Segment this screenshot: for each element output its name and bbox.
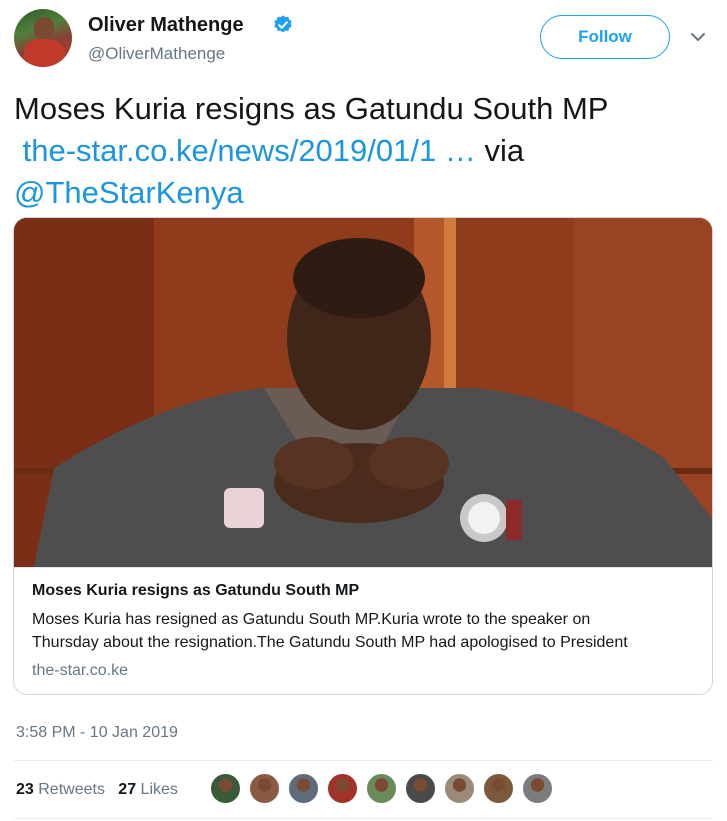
author-name[interactable]: Oliver Mathenge: [88, 14, 244, 37]
likes-count: 27: [118, 781, 137, 798]
engagement-stats: 23 Retweets 27 Likes: [16, 781, 178, 799]
liker-avatar-icon[interactable]: [327, 773, 358, 804]
card-text[interactable]: Moses Kuria resigns as Gatundu South MP …: [14, 567, 712, 694]
liker-avatar-icon[interactable]: [483, 773, 514, 804]
avatar-face: [34, 17, 54, 41]
bottom-divider: [14, 818, 713, 819]
retweets-label: Retweets: [38, 781, 105, 798]
liker-avatar-icon[interactable]: [288, 773, 319, 804]
card-title[interactable]: Moses Kuria resigns as Gatundu South MP: [32, 582, 359, 600]
retweets-count: 23: [16, 781, 34, 798]
card-image[interactable]: [14, 218, 712, 567]
verified-badge-icon: [274, 15, 292, 33]
tweet-body: Moses Kuria resigns as Gatundu South MP: [14, 91, 609, 126]
author-handle[interactable]: @OliverMathenge: [88, 44, 225, 64]
author-avatar[interactable]: [14, 9, 72, 67]
link-card[interactable]: Moses Kuria resigns as Gatundu South MP …: [13, 217, 713, 695]
liker-avatar-icon[interactable]: [522, 773, 553, 804]
avatar-body: [24, 39, 64, 67]
card-domain: the-star.co.ke: [32, 662, 129, 679]
retweets-stat[interactable]: 23 Retweets: [16, 781, 105, 798]
liker-avatars: [210, 773, 553, 805]
liker-avatar-icon[interactable]: [249, 773, 280, 804]
follow-button[interactable]: Follow: [540, 15, 670, 59]
tweet-text: Moses Kuria resigns as Gatundu South MP …: [14, 88, 714, 214]
likes-stat[interactable]: 27 Likes: [118, 781, 178, 798]
liker-avatar-icon[interactable]: [366, 773, 397, 804]
likes-label: Likes: [140, 781, 178, 798]
tweet-mention[interactable]: @TheStarKenya: [14, 175, 244, 210]
card-photo: [14, 218, 712, 567]
card-description: Moses Kuria has resigned as Gatundu Sout…: [32, 608, 702, 654]
card-description-line2: Thursday about the resignation.The Gatun…: [32, 634, 628, 651]
divider: [14, 760, 713, 761]
liker-avatar-icon[interactable]: [210, 773, 241, 804]
card-description-line1: Moses Kuria has resigned as Gatundu Sout…: [32, 611, 591, 628]
liker-avatar-icon[interactable]: [444, 773, 475, 804]
tweet-link[interactable]: the-star.co.ke/news/2019/01/1: [23, 133, 437, 168]
tweet-via: via: [484, 133, 525, 168]
liker-avatar-icon[interactable]: [405, 773, 436, 804]
chevron-down-icon[interactable]: [688, 30, 708, 44]
tweet-link-ellipsis[interactable]: …: [445, 133, 476, 168]
tweet-timestamp[interactable]: 3:58 PM - 10 Jan 2019: [16, 724, 178, 742]
